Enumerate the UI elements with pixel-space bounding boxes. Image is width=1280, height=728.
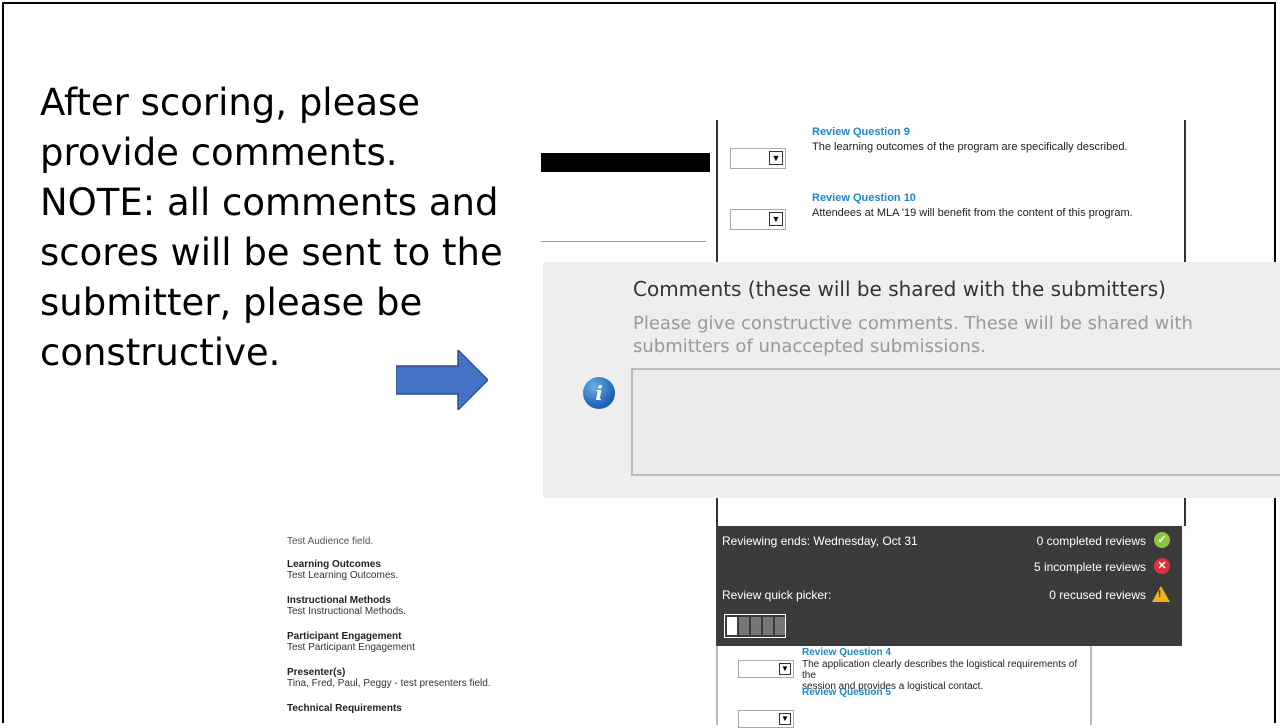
review-questions-bottom: Review Question 4 The application clearl… [716, 646, 1092, 728]
panel-gap [716, 498, 1186, 526]
comments-title: Comments (these will be shared with the … [633, 277, 1166, 301]
question-title: Review Question 10 [812, 192, 916, 204]
x-icon: ✕ [1154, 558, 1170, 574]
field-label: Participant Engagement [287, 631, 402, 642]
instruction-line: submitter, please be [40, 281, 423, 324]
picker-cell[interactable] [727, 617, 737, 635]
field-value: Test Learning Outcomes. [287, 570, 399, 581]
chevron-down-icon: ▼ [769, 212, 783, 226]
check-icon: ✓ [1154, 532, 1170, 548]
completed-count: 0 completed reviews [1036, 534, 1146, 548]
comments-panel: Comments (these will be shared with the … [543, 262, 1280, 498]
review-status-panel: Reviewing ends: Wednesday, Oct 31 0 comp… [716, 526, 1182, 646]
warning-icon: ! [1152, 586, 1170, 602]
question-text-line: The application clearly describes the lo… [802, 659, 1078, 681]
incomplete-count: 5 incomplete reviews [1033, 560, 1146, 574]
field-block: Technical Requirements [287, 703, 402, 714]
field-block: Instructional Methods Test Instructional… [287, 595, 406, 617]
field-value: Test Participant Engagement [287, 642, 415, 653]
field-value: Test Instructional Methods. [287, 606, 406, 617]
field-block: Presenter(s) Tina, Fred, Paul, Peggy - t… [287, 667, 491, 689]
instruction-line: NOTE: all comments and [40, 181, 499, 224]
comments-help-text: Please give constructive comments. These… [633, 312, 1273, 358]
help-line: Please give constructive comments. These… [633, 313, 1193, 334]
review-questions-top: Review Question 9 The learning outcomes … [716, 120, 1186, 262]
picker-cell[interactable] [775, 617, 785, 635]
redaction-bar [541, 153, 710, 172]
submission-details: Test Audience field. Learning Outcomes T… [287, 532, 587, 725]
chevron-down-icon: ▼ [779, 663, 791, 675]
quick-picker-label: Review quick picker: [722, 588, 832, 602]
question-title: Review Question 4 [802, 647, 891, 658]
score-select[interactable]: ▼ [730, 148, 786, 169]
score-select[interactable]: ▼ [738, 710, 794, 728]
divider [541, 241, 706, 242]
chevron-down-icon: ▼ [769, 151, 783, 165]
instruction-line: After scoring, please [40, 81, 421, 124]
field-value: Tina, Fred, Paul, Peggy - test presenter… [287, 678, 491, 689]
instruction-line: scores will be sent to the [40, 231, 503, 274]
help-line: submitters of unaccepted submissions. [633, 336, 986, 357]
picker-cell[interactable] [751, 617, 761, 635]
score-select[interactable]: ▼ [738, 660, 794, 678]
instruction-line: provide comments. [40, 131, 398, 174]
slide-instructions: After scoring, please provide comments. … [40, 78, 540, 378]
question-text: The learning outcomes of the program are… [812, 141, 1128, 153]
field-label: Technical Requirements [287, 703, 402, 714]
field-block: Participant Engagement Test Participant … [287, 631, 415, 653]
field-label: Instructional Methods [287, 595, 391, 606]
question-text: Attendees at MLA '19 will benefit from t… [812, 207, 1133, 219]
picker-cell[interactable] [763, 617, 773, 635]
arrow-right-icon [396, 350, 488, 410]
field-block: Learning Outcomes Test Learning Outcomes… [287, 559, 398, 581]
chevron-down-icon: ▼ [779, 713, 791, 725]
question-title: Review Question 9 [812, 126, 910, 138]
field-value: Test Audience field. [287, 536, 374, 547]
field-label: Presenter(s) [287, 667, 346, 678]
field-label: Learning Outcomes [287, 559, 381, 570]
reviewing-ends: Reviewing ends: Wednesday, Oct 31 [722, 534, 918, 548]
comments-textarea[interactable] [631, 368, 1280, 476]
recused-count: 0 recused reviews [1049, 588, 1146, 602]
info-icon: i [583, 377, 615, 409]
question-title: Review Question 5 [802, 687, 891, 698]
picker-cell[interactable] [739, 617, 749, 635]
score-select[interactable]: ▼ [730, 209, 786, 230]
review-quick-picker[interactable] [724, 614, 786, 638]
